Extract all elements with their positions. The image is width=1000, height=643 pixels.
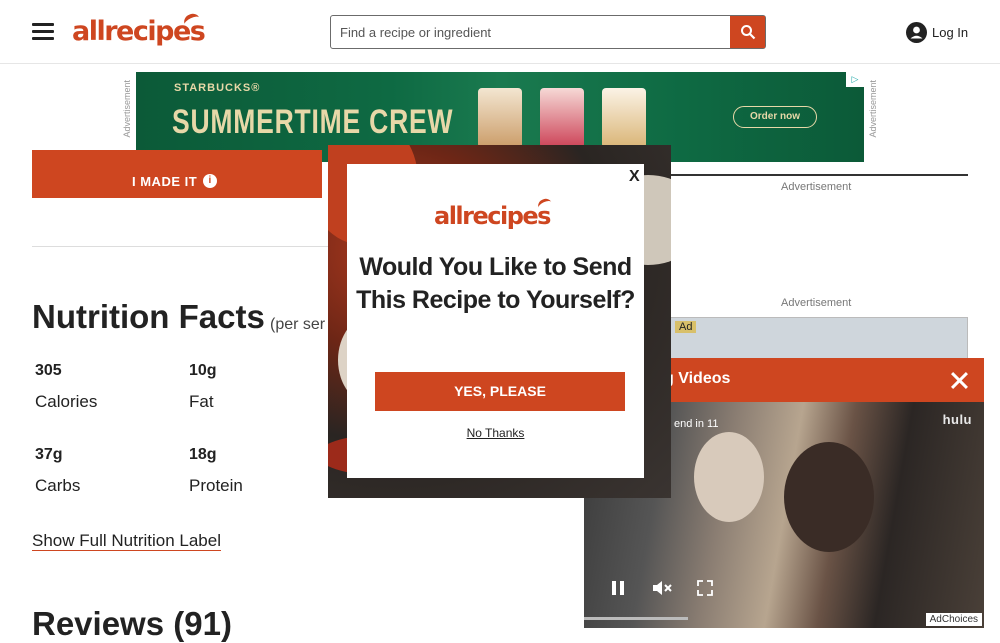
ad-side-label-left: Advertisement — [122, 80, 132, 138]
search-bar — [330, 15, 766, 49]
rail-divider — [668, 174, 968, 176]
ad-brand: STARBUCKS® — [174, 82, 261, 94]
ad-tag: Ad — [675, 321, 697, 333]
site-logo[interactable]: allrecipes — [72, 11, 206, 47]
rail-ad[interactable]: Ad — [668, 317, 968, 359]
ad-order-button[interactable]: Order now — [733, 106, 817, 128]
adchoices-label[interactable]: AdChoices — [925, 613, 982, 626]
search-input[interactable] — [331, 16, 731, 48]
video-network-logo: hulu — [942, 412, 972, 427]
site-header: allrecipes Log In — [0, 0, 1000, 64]
ad-side-label-right: Advertisement — [868, 80, 878, 138]
no-thanks-link[interactable]: No Thanks — [347, 426, 644, 440]
video-progress-bar[interactable] — [584, 617, 688, 620]
login-label: Log In — [932, 25, 969, 40]
close-icon[interactable] — [950, 371, 968, 389]
modal-close-button[interactable]: X — [629, 168, 640, 186]
login-link[interactable]: Log In — [906, 22, 968, 43]
nutrition-title: Nutrition Facts — [32, 298, 265, 335]
account-icon — [906, 22, 927, 43]
reviews-heading: Reviews (91) — [32, 605, 232, 642]
ad-headline: SUMMERTIME CREW — [172, 103, 454, 141]
nutrition-label: Carbs — [35, 476, 81, 495]
menu-icon[interactable] — [32, 23, 54, 41]
i-made-it-button[interactable]: I MADE IT i — [32, 150, 322, 198]
nutrition-subtitle: (per ser — [270, 316, 326, 333]
nutrition-value: 18g — [189, 446, 217, 463]
video-countdown: end in 11 — [674, 418, 719, 430]
nutrition-label: Fat — [189, 392, 214, 411]
pause-icon[interactable] — [611, 580, 625, 596]
send-recipe-modal: X allrecipes Would You Like to Send This… — [328, 145, 671, 498]
modal-heading: Would You Like to Send This Recipe to Yo… — [356, 253, 635, 314]
advertisement-label: Advertisement — [781, 181, 852, 193]
i-made-it-label: I MADE IT — [132, 173, 198, 189]
nutrition-label: Calories — [35, 392, 98, 411]
search-icon — [740, 25, 755, 40]
nutrition-value: 305 — [35, 362, 62, 379]
nutrition-value: 37g — [35, 446, 63, 463]
adchoices-icon[interactable]: ▷ — [846, 72, 864, 87]
video-figure — [694, 432, 764, 522]
fullscreen-icon[interactable] — [697, 580, 713, 596]
info-icon: i — [203, 174, 218, 188]
show-full-nutrition-link[interactable]: Show Full Nutrition Label — [32, 531, 221, 551]
video-figure — [784, 442, 874, 552]
mute-icon[interactable] — [652, 580, 674, 596]
search-button[interactable] — [730, 16, 765, 48]
nutrition-label: Protein — [189, 476, 243, 495]
nutrition-value: 10g — [189, 362, 217, 379]
yes-please-button[interactable]: YES, PLEASE — [375, 372, 625, 411]
advertisement-label: Advertisement — [781, 297, 852, 309]
modal-logo: allrecipes — [434, 196, 554, 230]
